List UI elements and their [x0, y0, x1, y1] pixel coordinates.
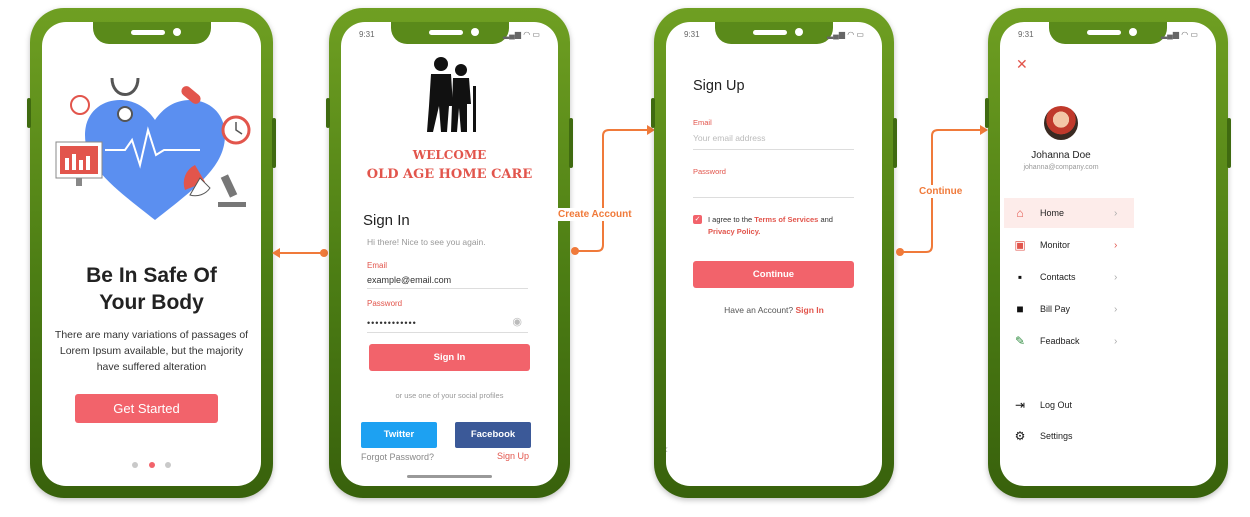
facebook-button[interactable]: Facebook	[455, 422, 531, 448]
status-time: 9:31	[359, 30, 375, 39]
brand-name: OLD AGE HOME CARE	[366, 167, 533, 182]
health-illustration	[55, 77, 251, 220]
signin-heading: Sign In	[363, 212, 410, 229]
logout-item[interactable]: ⇥ Log Out	[1004, 390, 1204, 420]
chevron-right-icon: ›	[1114, 239, 1118, 251]
signin-button[interactable]: Sign In	[369, 344, 530, 371]
user-name: Johanna Doe	[1031, 150, 1091, 161]
continue-label: Continue	[917, 185, 965, 198]
stethoscope-icon	[110, 77, 140, 96]
terms-link[interactable]: Terms of Services	[754, 215, 818, 224]
email-field[interactable]: Your email address	[693, 133, 765, 143]
close-icon[interactable]: ✕	[1016, 56, 1028, 73]
monitor-icon	[55, 141, 103, 186]
phone-signup: 9:31 ▂▄▆ ◠ ▭ Sign Up Email Your email ad…	[651, 8, 897, 498]
contacts-icon: ▪	[1017, 270, 1023, 284]
email-label: Email	[367, 261, 388, 270]
connector-create-account	[571, 125, 655, 255]
onboarding-description: There are many variations of passages of…	[54, 329, 249, 373]
phone-notch	[92, 22, 211, 44]
signup-screen: 9:31 ▂▄▆ ◠ ▭ Sign Up Email Your email ad…	[666, 22, 882, 486]
status-time: 9:31	[1018, 30, 1034, 39]
chevron-right-icon: ›	[1114, 207, 1118, 219]
status-bar: 9:31 ▂▄▆ ◠ ▭	[359, 30, 540, 39]
eye-icon[interactable]: ◉	[512, 315, 522, 328]
agree-text: I agree to the	[708, 215, 753, 224]
page-indicator	[42, 455, 261, 473]
have-account-text: Have an Account?	[724, 305, 794, 315]
forgot-password-link[interactable]: Forgot Password?	[361, 452, 434, 462]
menu-screen: 9:31 ▂▄▆ ◠ ▭ ✕ Johanna Doe johanna@compa…	[1000, 22, 1216, 486]
menu-item-bill-pay[interactable]: ■ Bill Pay ›	[1004, 294, 1204, 324]
signin-screen: 9:31 ▂▄▆ ◠ ▭ WELCOME OLD AGE HOME CARE S…	[341, 22, 558, 486]
menu-item-home[interactable]: ⌂ Home ›	[1004, 198, 1134, 228]
head-icon	[70, 95, 90, 115]
password-label: Password	[367, 299, 403, 308]
menu-item-label: Monitor	[1040, 240, 1071, 250]
onboarding-title: Be In Safe Of Your Body	[86, 264, 217, 314]
signup-heading: Sign Up	[693, 78, 745, 94]
connector-arrow-back	[272, 248, 328, 258]
signal-wifi-battery-icon: ▂▄▆ ◠ ▭	[827, 30, 864, 39]
status-bar: 9:31 ▂▄▆ ◠ ▭	[684, 30, 864, 39]
get-started-button[interactable]: Get Started	[75, 394, 218, 423]
page-dot-active[interactable]	[148, 462, 155, 468]
signal-wifi-battery-icon: ▂▄▆ ◠ ▭	[503, 30, 540, 39]
and-text: and	[820, 215, 833, 224]
feedback-icon: ✎	[1014, 334, 1026, 348]
monitor-icon: ▣	[1014, 238, 1026, 252]
user-email: johanna@company.com	[1023, 164, 1099, 171]
onboarding-screen: Be In Safe Of Your Body There are many v…	[42, 22, 261, 486]
avatar[interactable]	[1044, 106, 1078, 140]
menu-item-label: Bill Pay	[1040, 304, 1071, 314]
logout-icon: ⇥	[1014, 398, 1026, 412]
status-time: 9:31	[684, 30, 700, 39]
settings-item[interactable]: ⚙ Settings	[1004, 421, 1204, 451]
phone-menu: 9:31 ▂▄▆ ◠ ▭ ✕ Johanna Doe johanna@compa…	[985, 8, 1231, 498]
social-hint: or use one of your social profiles	[395, 391, 504, 400]
continue-button[interactable]: Continue	[693, 261, 854, 288]
chevron-right-icon: ›	[1114, 303, 1118, 315]
terms-agreement: I agree to the Terms of Services and Pri…	[708, 214, 848, 238]
phone-signin: 9:31 ▂▄▆ ◠ ▭ WELCOME OLD AGE HOME CARE S…	[326, 8, 573, 498]
chevron-right-icon: ›	[1114, 271, 1118, 283]
home-indicator	[407, 475, 492, 478]
gear-icon: ⚙	[1014, 429, 1026, 443]
menu-item-contacts[interactable]: ▪ Contacts ›	[1004, 262, 1204, 292]
status-bar: 9:31 ▂▄▆ ◠ ▭	[1018, 30, 1198, 39]
email-label: Email	[693, 118, 712, 127]
signin-link[interactable]: Sign In	[796, 305, 824, 315]
chevron-right-icon: ›	[1114, 335, 1118, 347]
menu-item-feedback[interactable]: ✎ Feadback ›	[1004, 326, 1204, 356]
logout-label: Log Out	[1040, 400, 1073, 410]
chevron-left-icon[interactable]: ‹	[666, 442, 668, 456]
signup-link[interactable]: Sign Up	[497, 451, 529, 461]
password-field[interactable]: ••••••••••••	[367, 318, 417, 328]
menu-item-label: Contacts	[1040, 272, 1076, 282]
agree-checkbox[interactable]: ✓	[693, 215, 702, 224]
menu-item-label: Home	[1040, 208, 1065, 218]
welcome-heading: WELCOME	[412, 148, 487, 162]
bill-pay-icon: ■	[1016, 302, 1024, 316]
phone-onboarding: Be In Safe Of Your Body There are many v…	[27, 8, 276, 498]
elderly-couple-icon	[427, 57, 476, 132]
create-account-label: Create Account	[556, 208, 634, 221]
signal-wifi-battery-icon: ▂▄▆ ◠ ▭	[1161, 30, 1198, 39]
page-dot[interactable]	[164, 462, 171, 468]
twitter-button[interactable]: Twitter	[361, 422, 437, 448]
email-field[interactable]: example@email.com	[367, 275, 451, 285]
password-field[interactable]	[693, 197, 854, 198]
settings-label: Settings	[1040, 431, 1073, 441]
microscope-icon	[218, 174, 246, 207]
home-icon: ⌂	[1016, 206, 1024, 220]
greeting-text: Hi there! Nice to see you again.	[367, 237, 486, 247]
app-flow-showcase: Be In Safe Of Your Body There are many v…	[0, 0, 1250, 517]
menu-item-label: Feadback	[1040, 336, 1080, 346]
page-dot[interactable]	[132, 462, 139, 468]
menu-item-monitor[interactable]: ▣ Monitor ›	[1004, 230, 1204, 260]
privacy-link[interactable]: Privacy Policy.	[708, 227, 760, 236]
password-label: Password	[693, 167, 726, 176]
have-account-row: Have an Account? Sign In	[666, 305, 882, 315]
